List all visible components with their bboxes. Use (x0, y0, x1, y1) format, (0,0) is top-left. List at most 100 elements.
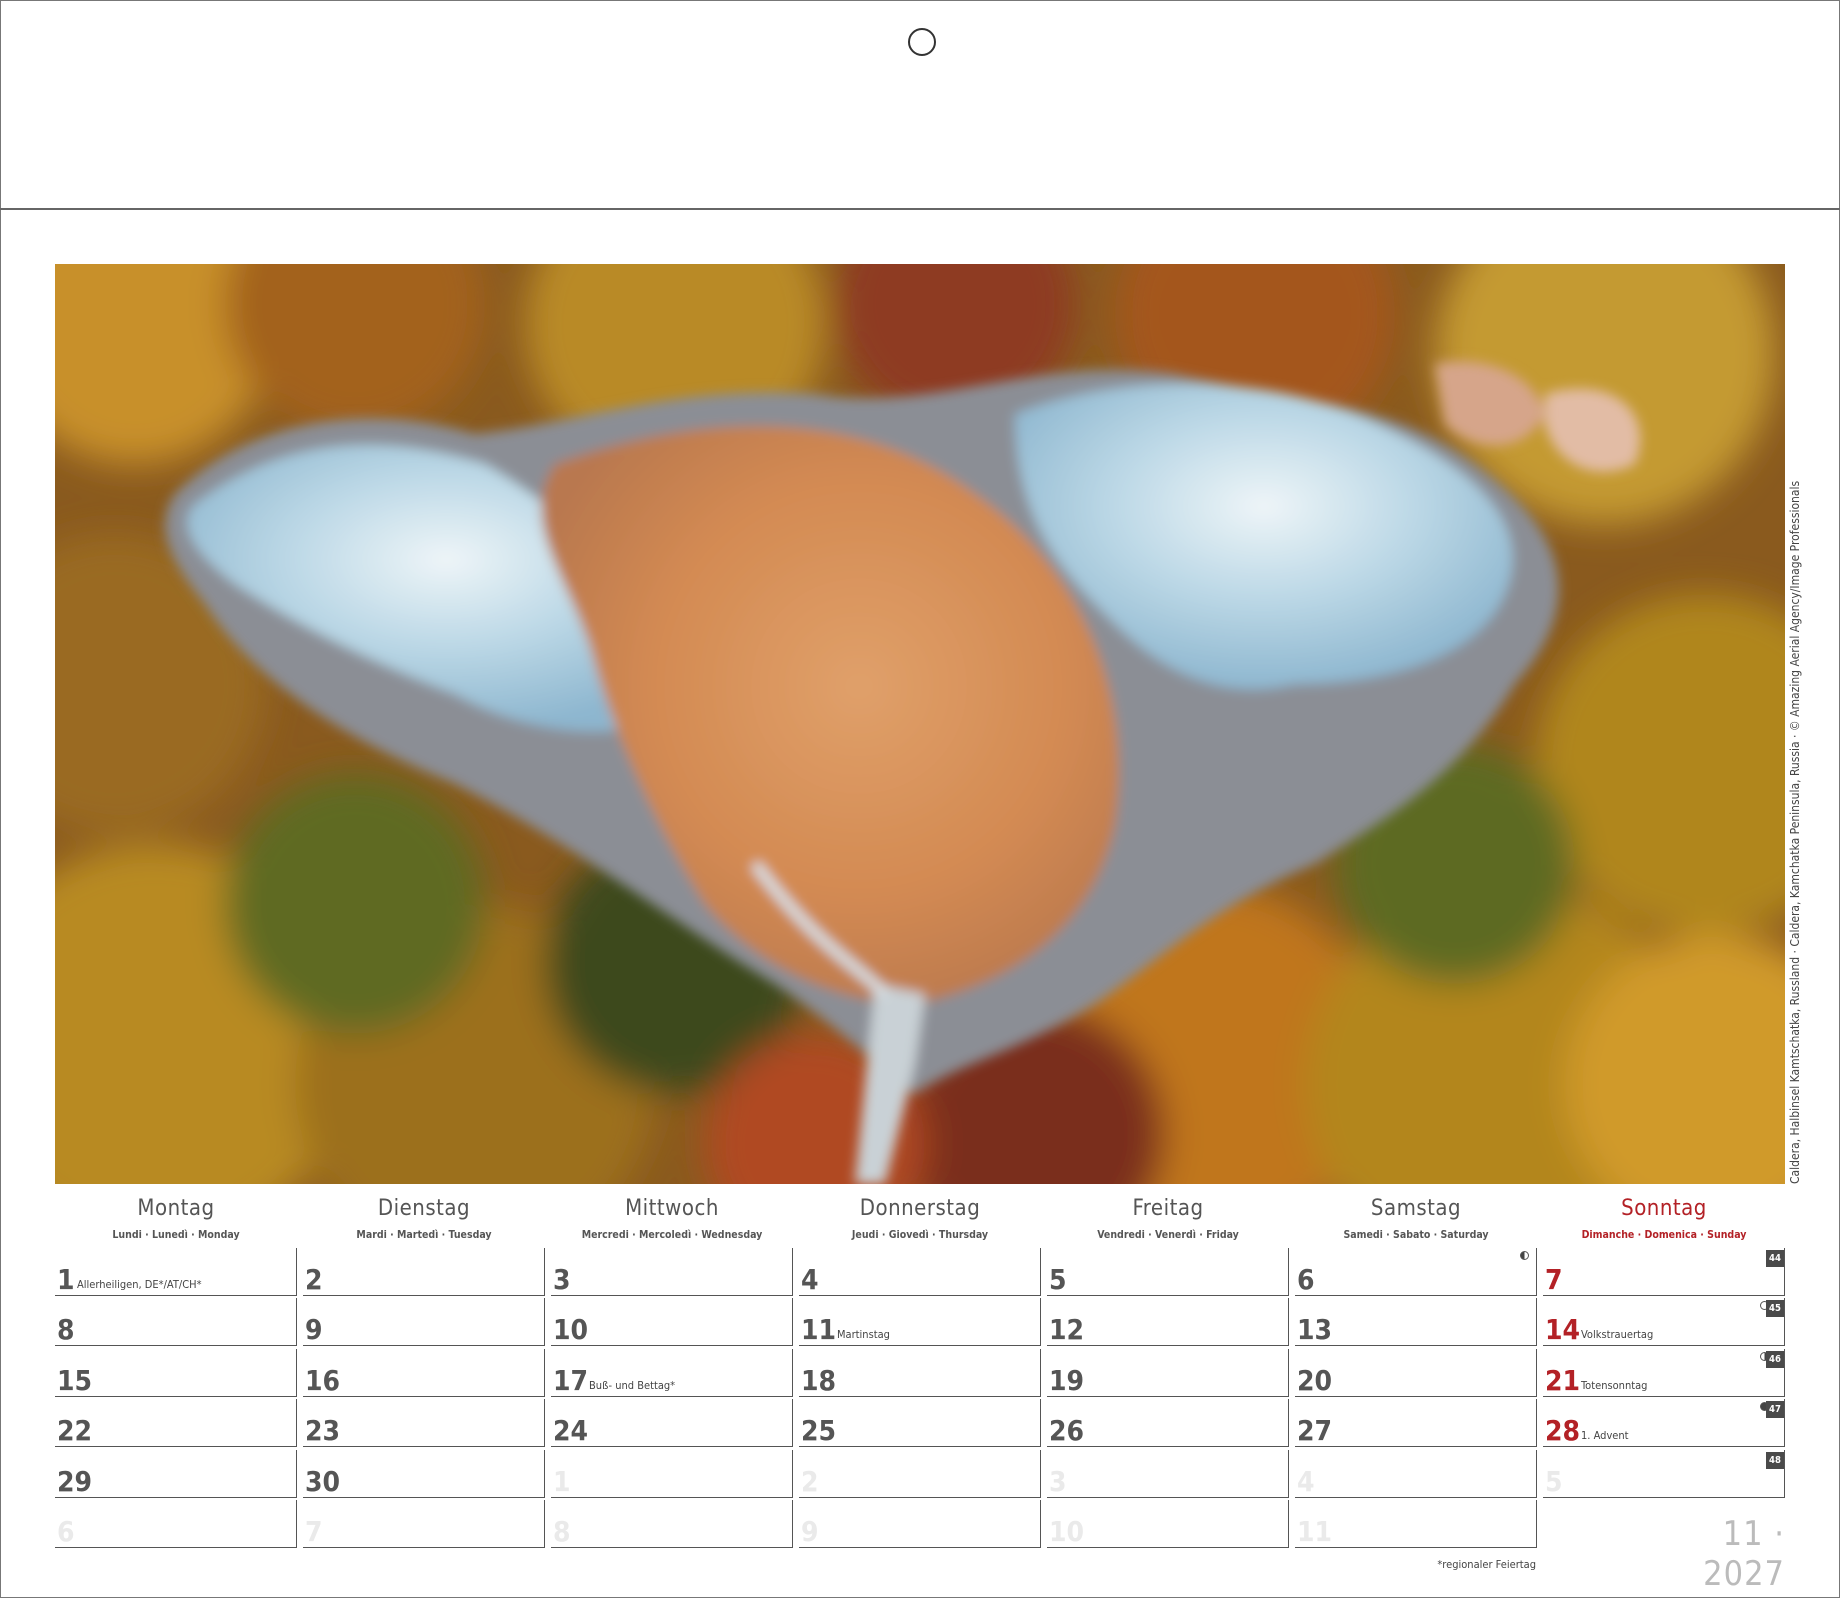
regional-holiday-footnote: *regionaler Feiertag (1437, 1558, 1536, 1571)
day-number: 7 (305, 1515, 323, 1548)
day-cell: 9 (799, 1500, 1041, 1548)
caldera-aerial-photo (55, 264, 1785, 1184)
day-cell: 25 (799, 1399, 1041, 1447)
day-number: 1 (57, 1263, 75, 1296)
day-number: 5 (1049, 1263, 1067, 1296)
weekday-translations: Jeudi · Giovedì · Thursday (851, 1229, 989, 1241)
calendar-week-badge: 45 (1766, 1300, 1784, 1317)
holiday-note: 1. Advent (1581, 1429, 1629, 1442)
weekday-translations: Dimanche · Domenica · Sunday (1581, 1229, 1747, 1241)
day-cell: 14 Volkstrauertag 45 (1543, 1298, 1785, 1346)
day-number: 10 (553, 1313, 589, 1346)
weekday-translations: Samedi · Sabato · Saturday (1343, 1229, 1489, 1241)
weekday-header: Mittwoch Mercredi · Mercoledì · Wednesday (552, 1196, 792, 1241)
day-number: 16 (305, 1364, 341, 1397)
day-number: 7 (1545, 1263, 1563, 1296)
day-cell: 4 (799, 1248, 1041, 1296)
weekday-name: Donnerstag (859, 1196, 981, 1221)
day-cell: 24 (551, 1399, 793, 1447)
day-cell: 28 1. Advent 47 (1543, 1399, 1785, 1447)
day-cell: 12 (1047, 1298, 1289, 1346)
day-cell: 27 (1295, 1399, 1537, 1447)
day-cell: 11 (1295, 1500, 1537, 1548)
calendar-week-badge: 44 (1766, 1250, 1784, 1267)
day-cell: 1 Allerheiligen, DE*/AT/CH* (55, 1248, 297, 1296)
day-cell: 6 (55, 1500, 297, 1548)
day-number: 18 (801, 1364, 837, 1397)
day-cell: 29 (55, 1450, 297, 1498)
weekday-header: Sonntag Dimanche · Domenica · Sunday (1544, 1196, 1784, 1241)
hanging-hole (908, 28, 936, 56)
moon-phase-icon (1520, 1251, 1529, 1260)
day-cell: 10 (551, 1298, 793, 1346)
weekday-name: Sonntag (1621, 1196, 1707, 1221)
day-number: 8 (553, 1515, 571, 1548)
weekday-header: Donnerstag Jeudi · Giovedì · Thursday (800, 1196, 1040, 1241)
weekday-name: Montag (137, 1196, 215, 1221)
day-cell: 15 (55, 1349, 297, 1397)
calendar-week-badge: 48 (1766, 1452, 1784, 1469)
day-number: 8 (57, 1313, 75, 1346)
holiday-note: Martinstag (837, 1328, 890, 1341)
holiday-note: Totensonntag (1581, 1379, 1648, 1392)
day-number: 4 (1297, 1465, 1315, 1498)
holiday-note: Buß- und Bettag* (589, 1379, 676, 1392)
month-year-label: 11 · 2027 (1703, 1514, 1785, 1594)
day-cell: 3 (551, 1248, 793, 1296)
day-cell: 7 (303, 1500, 545, 1548)
day-number: 6 (1297, 1263, 1315, 1296)
weekday-header: Samstag Samedi · Sabato · Saturday (1296, 1196, 1536, 1241)
day-cell: 20 (1295, 1349, 1537, 1397)
calendar-week-badge: 47 (1766, 1401, 1784, 1418)
day-number: 2 (305, 1263, 323, 1296)
weekday-header: Dienstag Mardi · Martedì · Tuesday (304, 1196, 544, 1241)
day-number: 25 (801, 1414, 837, 1447)
weekday-translations: Vendredi · Venerdì · Friday (1097, 1229, 1239, 1241)
day-number: 9 (305, 1313, 323, 1346)
day-cell: 5 (1047, 1248, 1289, 1296)
day-number: 6 (57, 1515, 75, 1548)
weekday-header: Montag Lundi · Lunedì · Monday (56, 1196, 296, 1241)
day-number: 4 (801, 1263, 819, 1296)
day-number: 19 (1049, 1364, 1085, 1397)
day-number: 23 (305, 1414, 341, 1447)
day-number: 3 (553, 1263, 571, 1296)
day-number: 27 (1297, 1414, 1333, 1447)
day-cell: 4 (1295, 1450, 1537, 1498)
day-cell: 5 48 (1543, 1450, 1785, 1498)
day-cell: 17 Buß- und Bettag* (551, 1349, 793, 1397)
day-cell: 10 (1047, 1500, 1289, 1548)
photo-credit: Caldera, Halbinsel Kamtschatka, Russland… (1788, 480, 1802, 1184)
weekday-translations: Mardi · Martedì · Tuesday (356, 1229, 492, 1241)
day-cell: 2 (303, 1248, 545, 1296)
day-number: 20 (1297, 1364, 1333, 1397)
day-cell: 3 (1047, 1450, 1289, 1498)
day-cell: 1 (551, 1450, 793, 1498)
holiday-note: Volkstrauertag (1581, 1328, 1654, 1341)
day-cell: 8 (55, 1298, 297, 1346)
day-cell: 8 (551, 1500, 793, 1548)
day-number: 17 (553, 1364, 589, 1397)
day-number: 1 (553, 1465, 571, 1498)
day-number: 13 (1297, 1313, 1333, 1346)
day-cell: 7 44 (1543, 1248, 1785, 1296)
day-cell: 18 (799, 1349, 1041, 1397)
day-number: 26 (1049, 1414, 1085, 1447)
calendar-header-band (0, 0, 1840, 210)
weekday-translations: Mercredi · Mercoledì · Wednesday (581, 1229, 763, 1241)
day-cell: 21 Totensonntag 46 (1543, 1349, 1785, 1397)
weekday-header: Freitag Vendredi · Venerdì · Friday (1048, 1196, 1288, 1241)
day-number: 10 (1049, 1515, 1085, 1548)
weekday-name: Freitag (1132, 1196, 1204, 1221)
day-cell: 11 Martinstag (799, 1298, 1041, 1346)
day-number: 29 (57, 1465, 93, 1498)
day-number: 3 (1049, 1465, 1067, 1498)
weekday-name: Samstag (1370, 1196, 1462, 1221)
day-cell: 30 (303, 1450, 545, 1498)
day-number: 12 (1049, 1313, 1085, 1346)
day-cell: 6 (1295, 1248, 1537, 1296)
day-number: 22 (57, 1414, 93, 1447)
day-number: 14 (1545, 1313, 1581, 1346)
day-number: 5 (1545, 1465, 1563, 1498)
weekday-name: Mittwoch (625, 1196, 719, 1221)
